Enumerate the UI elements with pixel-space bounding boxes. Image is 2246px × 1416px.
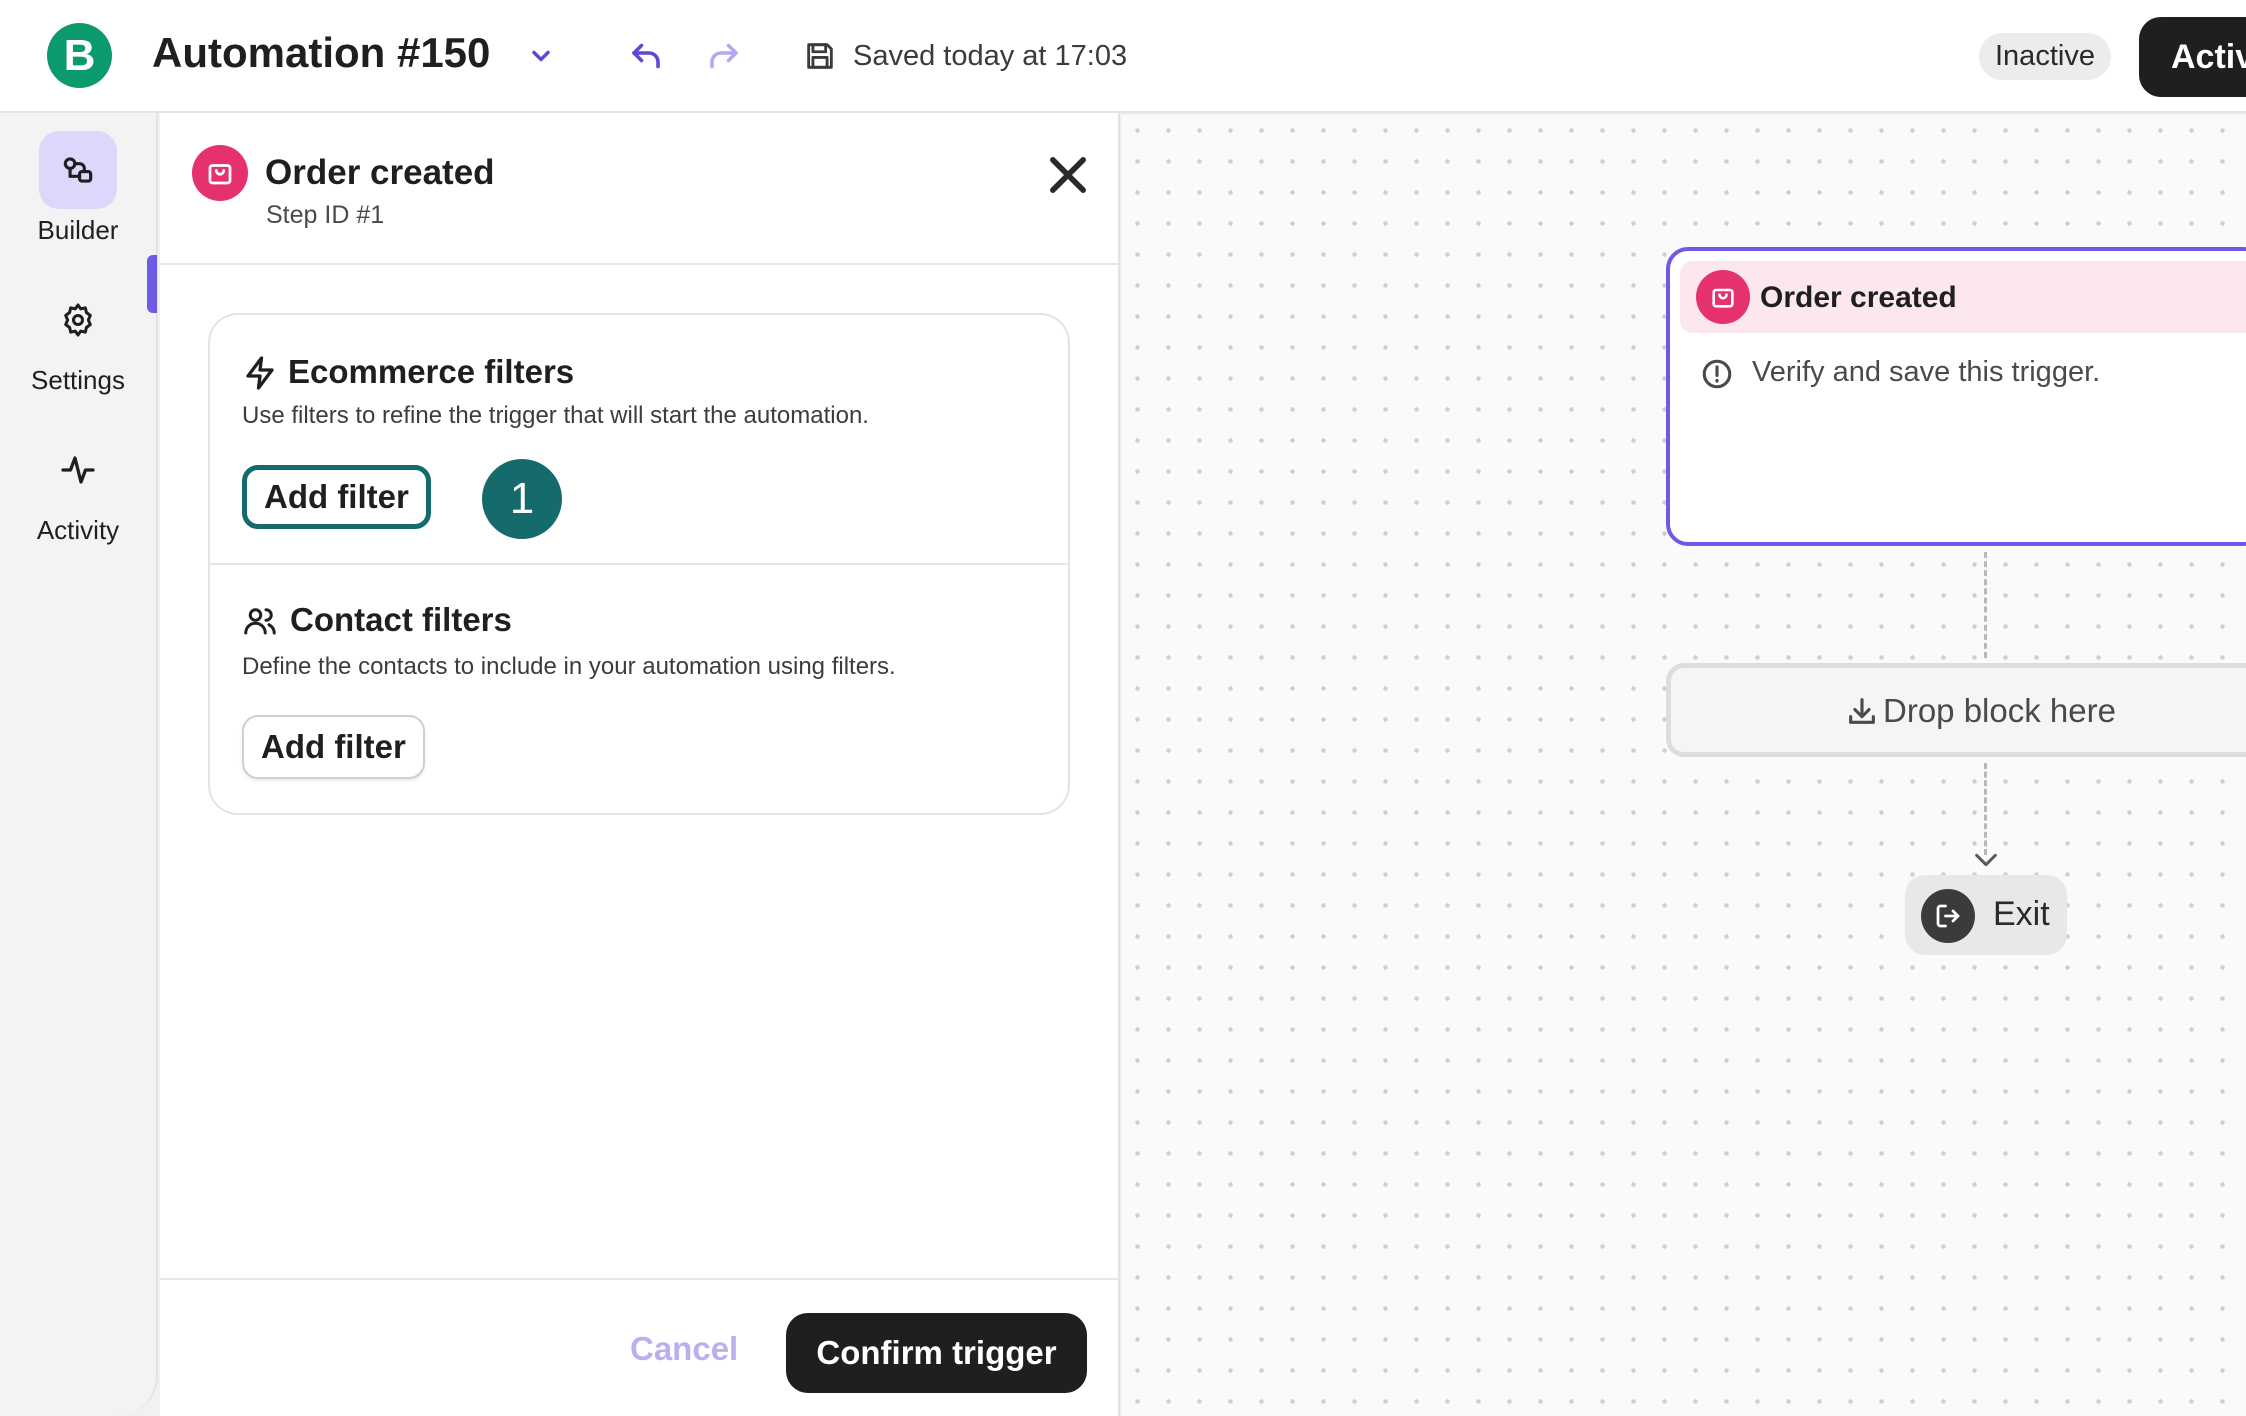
gear-icon [64,303,92,337]
builder-icon [63,157,93,183]
download-icon [1849,698,1875,724]
step-marker: 1 [482,459,562,539]
drop-zone[interactable]: Drop block here [1666,663,2246,757]
chevron-down-icon[interactable] [527,42,555,70]
lightning-icon [246,356,274,390]
workflow-canvas[interactable]: Order created Verify and save this trigg… [1122,115,2246,1416]
drop-zone-label: Drop block here [1883,692,2116,729]
ecommerce-filters-section: Ecommerce filters Use filters to refine … [210,315,1068,565]
shopping-bag-icon [1696,270,1750,324]
trigger-node-header: Order created [1680,261,2246,333]
rail-label-settings: Settings [31,365,125,395]
trigger-node[interactable]: Order created Verify and save this trigg… [1666,247,2246,546]
filters-card: Ecommerce filters Use filters to refine … [208,313,1070,815]
alert-circle-icon [1702,359,1732,389]
ecommerce-add-filter-button[interactable]: Add filter [242,465,431,529]
connector-line [1984,763,1987,855]
rail-item-settings[interactable]: Settings [0,281,156,396]
rail-item-activity[interactable]: Activity [0,431,156,546]
activate-button[interactable]: Activate [2139,17,2246,97]
rail-label-builder: Builder [37,215,119,245]
rail-item-builder[interactable]: Builder [0,131,156,246]
rail-label-activity: Activity [36,515,120,545]
top-bar: B Automation #150 Saved today at 17:03 I… [0,0,2246,113]
exit-icon [1921,889,1975,943]
contact-add-filter-button[interactable]: Add filter [242,715,425,779]
step-id: Step ID #1 [266,201,385,229]
left-rail: Builder Settings Activity [0,113,158,1416]
status-badge: Inactive [1979,33,2111,80]
activity-icon [61,456,95,484]
panel-footer: Cancel Confirm trigger [160,1278,1118,1416]
users-icon [244,608,276,635]
panel-header: Order created Step ID #1 [160,113,1118,265]
contact-filters-description: Define the contacts to include in your a… [242,653,896,680]
confirm-trigger-button[interactable]: Confirm trigger [786,1313,1087,1393]
trigger-node-title: Order created [1760,281,1957,314]
shopping-bag-icon [192,145,248,201]
contact-filters-title: Contact filters [290,601,512,638]
ecommerce-filters-description: Use filters to refine the trigger that w… [242,402,869,429]
exit-node[interactable]: Exit [1905,875,2067,955]
ecommerce-filters-title: Ecommerce filters [288,353,575,390]
automation-title[interactable]: Automation #150 [152,29,490,77]
trigger-node-message: Verify and save this trigger. [1752,356,2101,388]
connector-line [1984,552,1987,658]
arrow-down-icon [1975,853,1997,867]
redo-icon[interactable] [706,38,742,74]
exit-label: Exit [1993,895,2050,933]
close-icon[interactable] [1042,149,1094,201]
trigger-settings-panel: Order created Step ID #1 Ecommerce filte… [160,113,1120,1416]
brevo-logo[interactable]: B [47,23,112,88]
save-icon [807,43,833,69]
panel-title: Order created [265,153,495,192]
cancel-button[interactable]: Cancel [630,1330,738,1368]
saved-status: Saved today at 17:03 [853,40,1128,72]
contact-filters-section: Contact filters Define the contacts to i… [210,565,1068,813]
undo-icon[interactable] [628,38,664,74]
